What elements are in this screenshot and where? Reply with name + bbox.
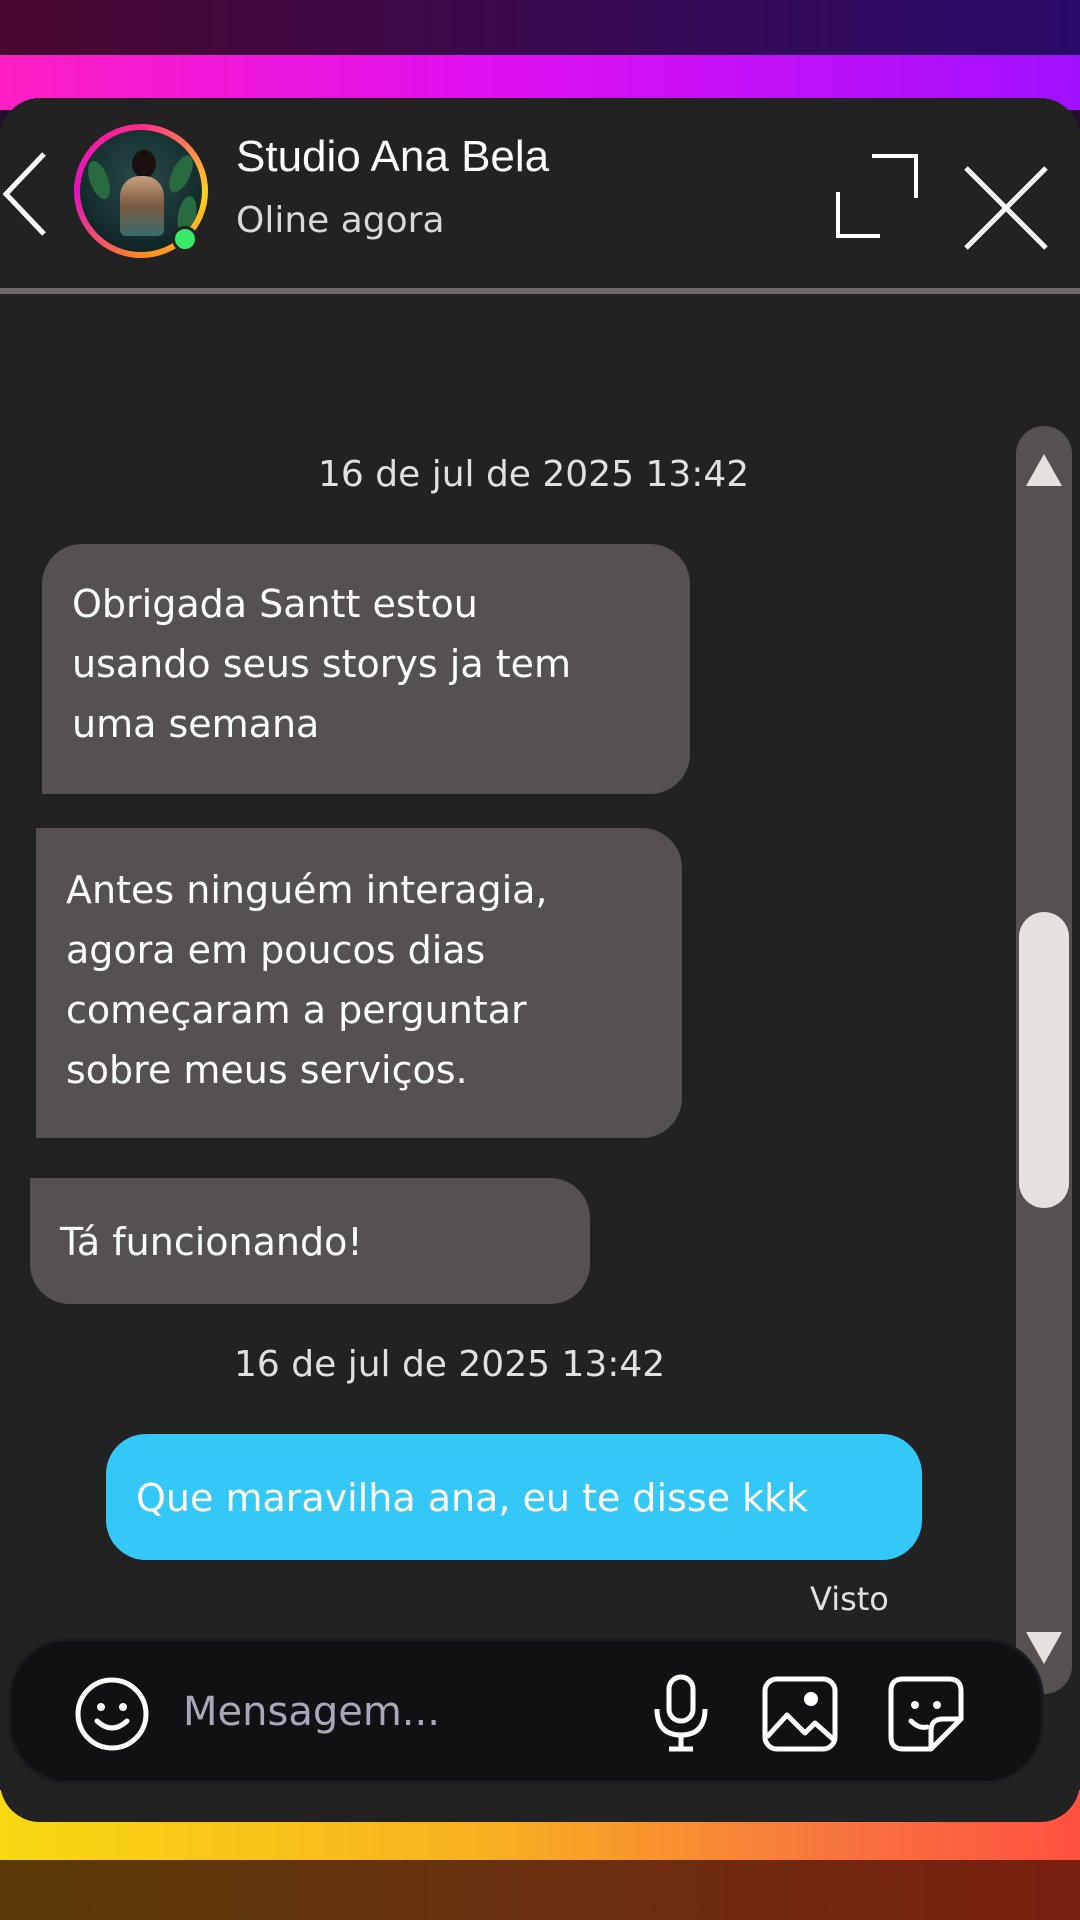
scrollbar[interactable] [1016, 426, 1072, 1694]
contact-status: Oline agora [236, 200, 445, 241]
expand-icon [836, 154, 918, 238]
received-message[interactable]: Antes ninguém interagia, agora em poucos… [36, 828, 682, 1138]
message-composer [8, 1638, 1044, 1784]
sent-message[interactable]: Que maravilha ana, eu te disse kkk [106, 1434, 922, 1560]
online-indicator [172, 226, 198, 252]
emoji-icon [75, 1677, 149, 1751]
sticker-icon [888, 1676, 964, 1752]
message-line: sobre meus serviços. [66, 1048, 468, 1092]
chat-window: Studio Ana Bela Oline agora 16 de jul de… [0, 98, 1080, 1822]
expand-button[interactable] [836, 152, 924, 242]
image-icon [762, 1676, 838, 1752]
close-icon [964, 166, 1048, 250]
received-message[interactable]: Tá funcionando! [30, 1178, 590, 1304]
microphone-icon [654, 1674, 708, 1752]
emoji-button[interactable] [73, 1675, 151, 1753]
gallery-button[interactable] [761, 1675, 839, 1753]
read-receipt: Visto [810, 1580, 889, 1618]
message-line: agora em poucos dias [66, 928, 486, 972]
message-line: começaram a perguntar [66, 988, 527, 1032]
message-line: Obrigada Santt estou [72, 582, 478, 626]
chevron-left-icon [2, 152, 46, 236]
scroll-up-button[interactable] [1024, 450, 1064, 490]
message-list: 16 de jul de 2025 13:42 Obrigada Santt e… [0, 294, 1000, 1694]
scrollbar-thumb[interactable] [1019, 912, 1069, 1208]
message-line: usando seus storys ja tem [72, 642, 571, 686]
back-button[interactable] [0, 150, 56, 238]
message-input[interactable] [181, 1671, 625, 1753]
triangle-up-icon [1026, 454, 1062, 486]
microphone-button[interactable] [641, 1673, 721, 1753]
message-line: uma semana [72, 702, 320, 746]
background-gradient-top [0, 0, 1080, 110]
close-button[interactable] [962, 164, 1050, 252]
sticker-button[interactable] [887, 1675, 965, 1753]
message-timestamp: 16 de jul de 2025 13:42 [234, 1344, 666, 1385]
received-message[interactable]: Obrigada Santt estou usando seus storys … [42, 544, 690, 794]
message-line: Que maravilha ana, eu te disse kkk [136, 1476, 809, 1520]
message-line: Tá funcionando! [60, 1220, 363, 1264]
contact-name[interactable]: Studio Ana Bela [236, 132, 549, 182]
chat-header: Studio Ana Bela Oline agora [0, 98, 1080, 288]
message-line: Antes ninguém interagia, [66, 868, 548, 912]
message-timestamp: 16 de jul de 2025 13:42 [318, 454, 750, 495]
